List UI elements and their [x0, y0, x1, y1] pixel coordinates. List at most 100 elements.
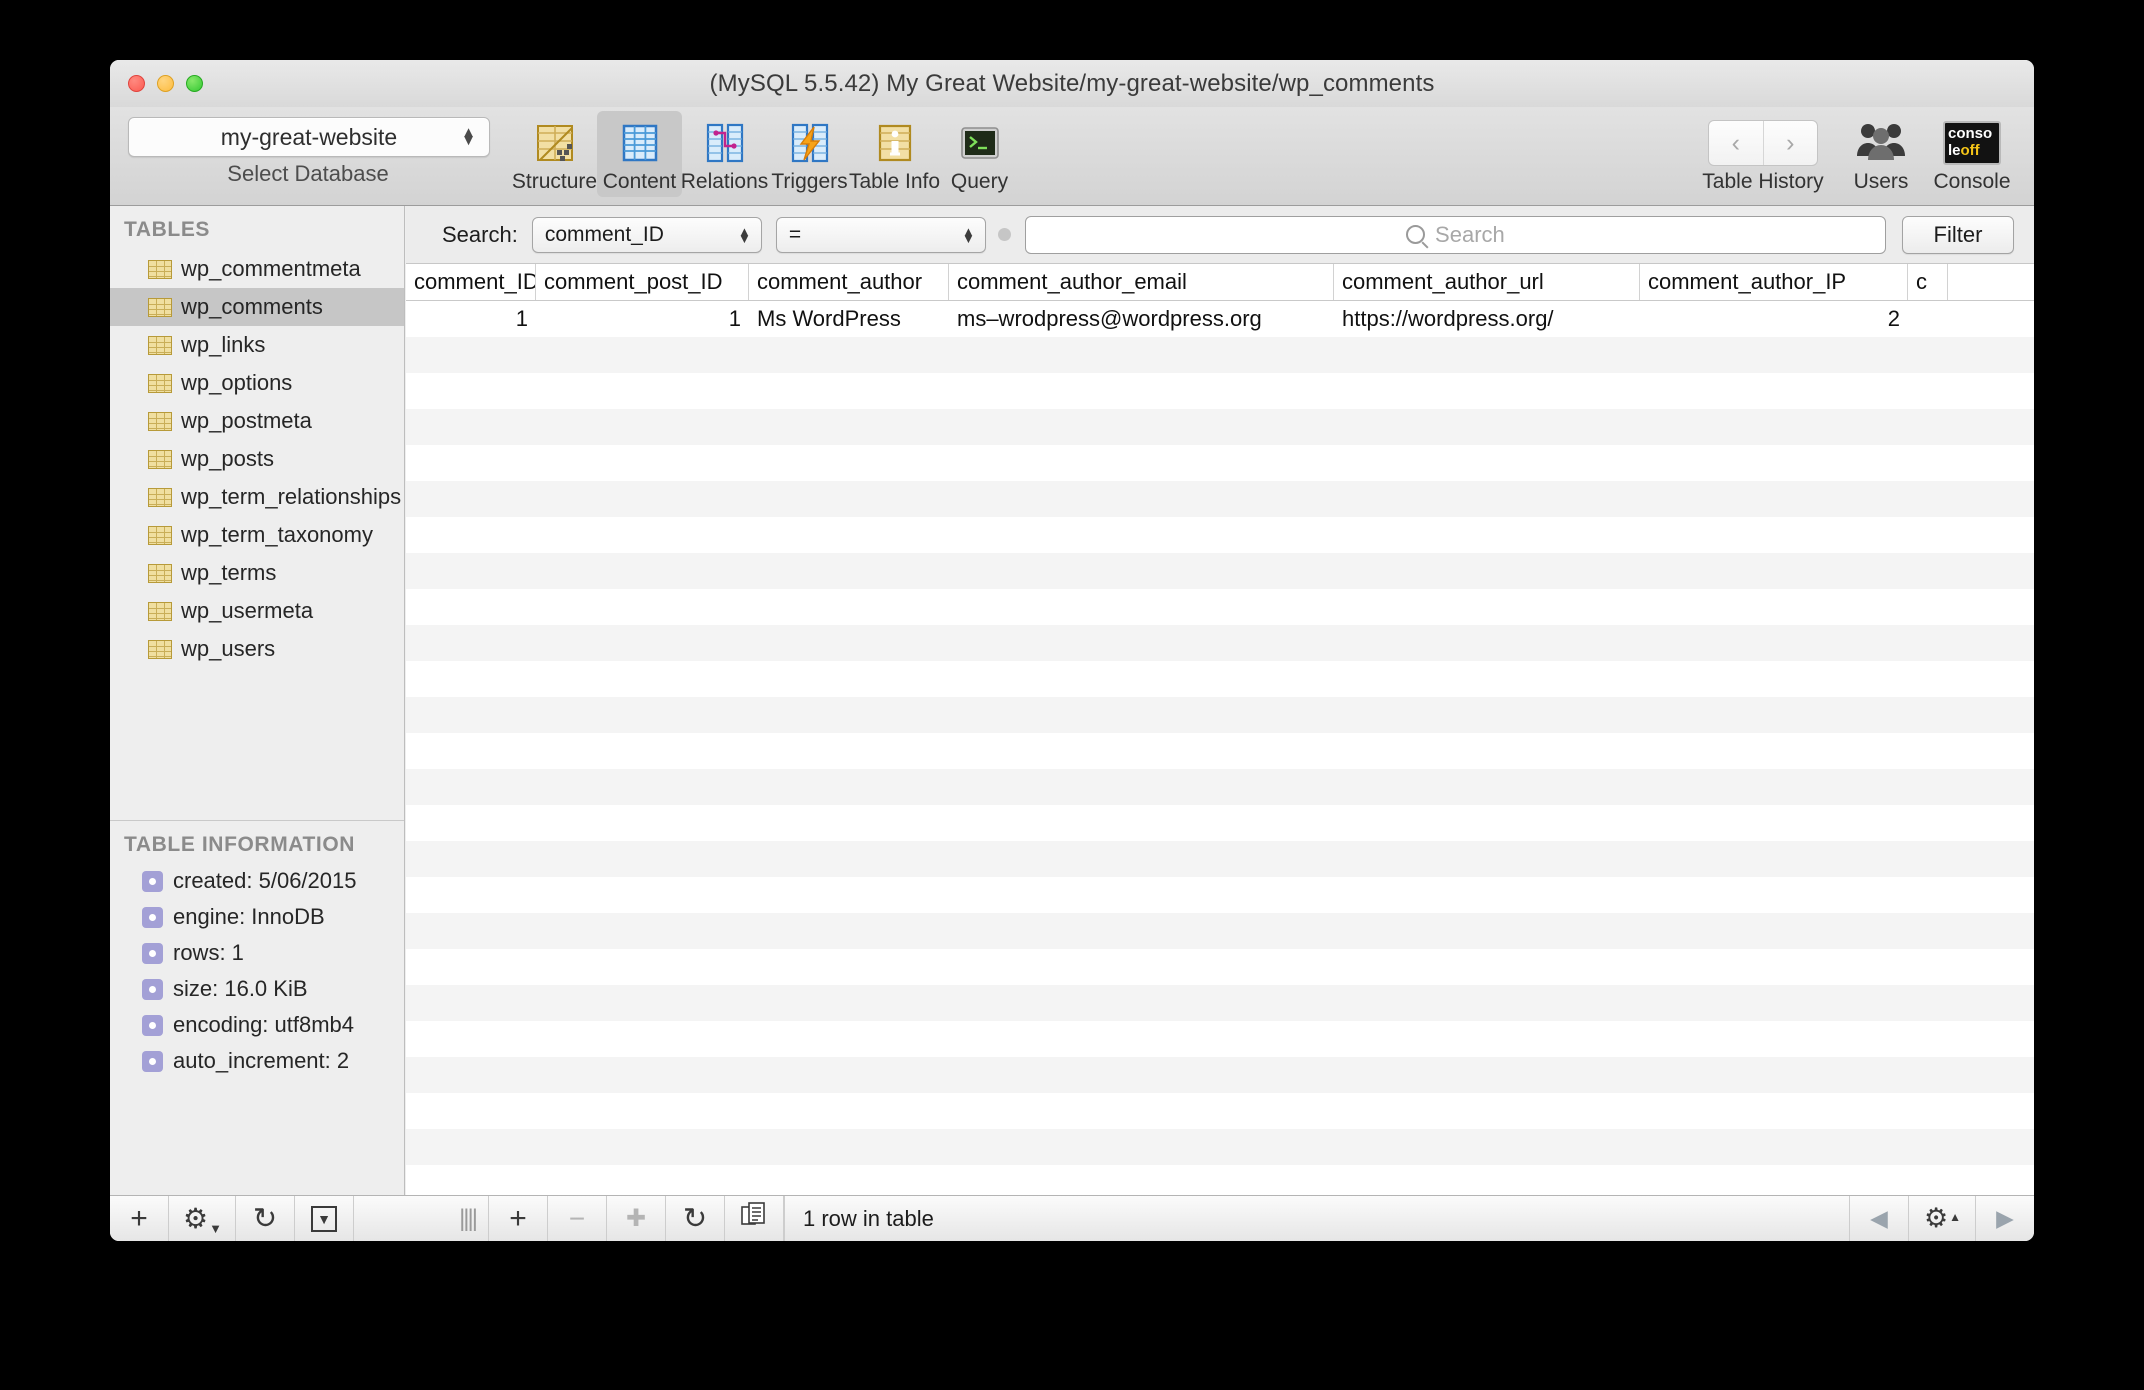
- table-row-empty: [406, 373, 2034, 409]
- column-header-c[interactable]: c: [1908, 264, 1948, 300]
- duplicate-row-button[interactable]: ✚: [607, 1196, 666, 1241]
- tab-table-info[interactable]: Table Info: [848, 111, 941, 197]
- sidebar-table-label: wp_comments: [181, 294, 323, 319]
- sidebar-table-label: wp_postmeta: [181, 408, 312, 433]
- tab-structure[interactable]: Structure: [512, 111, 597, 197]
- remove-row-button[interactable]: −: [548, 1196, 607, 1241]
- sidebar-table-wp_links[interactable]: wp_links: [110, 326, 404, 364]
- window-body: TABLES wp_commentmeta wp_comments wp_links…: [110, 206, 2034, 1196]
- sidebar-table-label: wp_term_relationships: [181, 484, 402, 509]
- cell-comment_ID[interactable]: 1: [406, 301, 536, 337]
- select-database-caption: Select Database: [227, 161, 389, 186]
- relations-icon: [702, 117, 748, 169]
- add-row-button[interactable]: +: [489, 1196, 548, 1241]
- sidebar-table-wp_posts[interactable]: wp_posts: [110, 440, 404, 478]
- table-row-empty: [406, 1165, 2034, 1196]
- users-button[interactable]: Users: [1838, 111, 1924, 197]
- cell-comment_author_email[interactable]: ms–wrodpress@wordpress.org: [949, 301, 1334, 337]
- search-input[interactable]: Search: [1024, 215, 1886, 254]
- table-row-empty: [406, 589, 2034, 625]
- table-information-value: size: 16.0 KiB: [173, 976, 308, 1001]
- sidebar-table-wp_term_taxonomy[interactable]: wp_term_taxonomy: [110, 516, 404, 554]
- data-grid-body: 1 1 Ms WordPress ms–wrodpress@wordpress.org…: [406, 301, 2034, 1196]
- cell-comment_author_IP[interactable]: 2: [1640, 301, 1908, 337]
- magnifier-icon: [1406, 225, 1426, 244]
- column-resize-icon: ||||: [459, 1204, 478, 1232]
- sidebar: TABLES wp_commentmeta wp_comments wp_links…: [110, 206, 405, 1196]
- column-header-comment_post_ID[interactable]: comment_post_ID: [536, 264, 749, 300]
- reload-rows-button[interactable]: ↻: [666, 1196, 725, 1241]
- table-icon: [148, 487, 172, 507]
- table-information-item: rows: 1: [110, 935, 404, 971]
- sidebar-table-label: wp_posts: [181, 446, 274, 471]
- cell-comment_post_ID[interactable]: 1: [536, 301, 749, 337]
- search-field-select[interactable]: comment_ID ▲ ▼: [531, 216, 762, 253]
- data-grid[interactable]: comment_ID comment_post_ID comment_author c…: [406, 264, 2034, 1196]
- sidebar-resize-handle[interactable]: ||||: [354, 1196, 489, 1241]
- copy-rows-button[interactable]: [725, 1196, 784, 1241]
- cell-value: https://wordpress.org/: [1342, 306, 1554, 331]
- column-header-comment_author_url[interactable]: comment_author_url: [1334, 264, 1640, 300]
- refresh-tables-button[interactable]: ↻: [236, 1196, 295, 1241]
- cell-comment_author[interactable]: Ms WordPress: [749, 301, 949, 337]
- sidebar-table-wp_usermeta[interactable]: wp_usermeta: [110, 592, 404, 630]
- bullet-icon: [142, 978, 163, 1000]
- column-header-comment_author[interactable]: comment_author: [749, 264, 949, 300]
- tab-content[interactable]: Content: [597, 111, 682, 197]
- table-icon: [148, 411, 172, 431]
- chevron-updown-icon: ▲ ▼: [737, 223, 751, 246]
- cell-comment_author_url[interactable]: https://wordpress.org/: [1334, 301, 1640, 337]
- tab-relations-label: Relations: [680, 170, 769, 193]
- sidebar-table-label: wp_usermeta: [181, 598, 314, 623]
- table-filter-button[interactable]: ▼: [295, 1196, 354, 1241]
- app-window: (MySQL 5.5.42) My Great Website/my-great…: [110, 60, 2034, 1241]
- main-toolbar: my-great-website ▲ ▼ Select Database Str…: [110, 107, 2034, 206]
- database-select[interactable]: my-great-website ▲ ▼: [128, 117, 490, 157]
- tab-query-label: Query: [950, 170, 1009, 193]
- pagination-menu-button[interactable]: ⚙▲: [1908, 1196, 1975, 1241]
- cell-c[interactable]: [1908, 301, 1948, 337]
- tab-table-info-label: Table Info: [848, 170, 941, 193]
- triggers-bolt-icon: [787, 117, 833, 169]
- sidebar-table-wp_comments[interactable]: wp_comments: [110, 288, 404, 326]
- pagination-gear-icon: ⚙▲: [1923, 1203, 1962, 1233]
- page-next-button[interactable]: ▶: [1975, 1196, 2034, 1241]
- table-row-empty: [406, 805, 2034, 841]
- sidebar-table-wp_terms[interactable]: wp_terms: [110, 554, 404, 592]
- bullet-icon: [142, 1050, 163, 1072]
- tab-relations[interactable]: Relations: [680, 111, 769, 197]
- search-toggle-dot[interactable]: [997, 228, 1011, 241]
- table-information-value: auto_increment: 2: [173, 1048, 350, 1073]
- page-previous-button[interactable]: ◀: [1849, 1196, 1908, 1241]
- table-action-menu-button[interactable]: ⚙▼: [169, 1196, 236, 1241]
- sidebar-table-wp_postmeta[interactable]: wp_postmeta: [110, 402, 404, 440]
- search-operator-select[interactable]: = ▲ ▼: [775, 216, 986, 253]
- sidebar-table-label: wp_term_taxonomy: [181, 522, 373, 547]
- info-icon: [872, 117, 918, 169]
- bullet-icon: [142, 906, 163, 928]
- content-pane: Search: comment_ID ▲ ▼ = ▲ ▼ Search Filt…: [406, 206, 2034, 1196]
- cell-value: Ms WordPress: [757, 306, 901, 331]
- console-button[interactable]: conso leoff Console: [1924, 111, 2020, 197]
- filter-button[interactable]: Filter: [1902, 215, 2014, 254]
- tab-triggers[interactable]: Triggers: [767, 111, 852, 197]
- sidebar-table-wp_options[interactable]: wp_options: [110, 364, 404, 402]
- column-header-comment_author_email[interactable]: comment_author_email: [949, 264, 1334, 300]
- sidebar-table-label: wp_commentmeta: [181, 256, 361, 281]
- table-history-control[interactable]: ‹ › Table History: [1688, 111, 1838, 197]
- history-back-button[interactable]: ‹: [1709, 121, 1763, 165]
- table-row-empty: [406, 1057, 2034, 1093]
- column-header-label: comment_author: [757, 269, 923, 294]
- sidebar-table-wp_term_relationships[interactable]: wp_term_relationships: [110, 478, 404, 516]
- sidebar-table-wp_users[interactable]: wp_users: [110, 630, 404, 668]
- table-icon: [148, 373, 172, 393]
- add-table-button[interactable]: +: [110, 1196, 169, 1241]
- tab-query[interactable]: Query: [937, 111, 1022, 197]
- table-icon: [148, 601, 172, 621]
- toolbar-right-group: ‹ › Table History Users conso leoff Cons…: [1688, 111, 2020, 197]
- column-header-comment_ID[interactable]: comment_ID: [406, 264, 536, 300]
- sidebar-table-wp_commentmeta[interactable]: wp_commentmeta: [110, 250, 404, 288]
- column-header-comment_author_IP[interactable]: comment_author_IP: [1640, 264, 1908, 300]
- history-forward-button[interactable]: ›: [1762, 121, 1818, 165]
- table-row[interactable]: 1 1 Ms WordPress ms–wrodpress@wordpress.org…: [406, 301, 2034, 337]
